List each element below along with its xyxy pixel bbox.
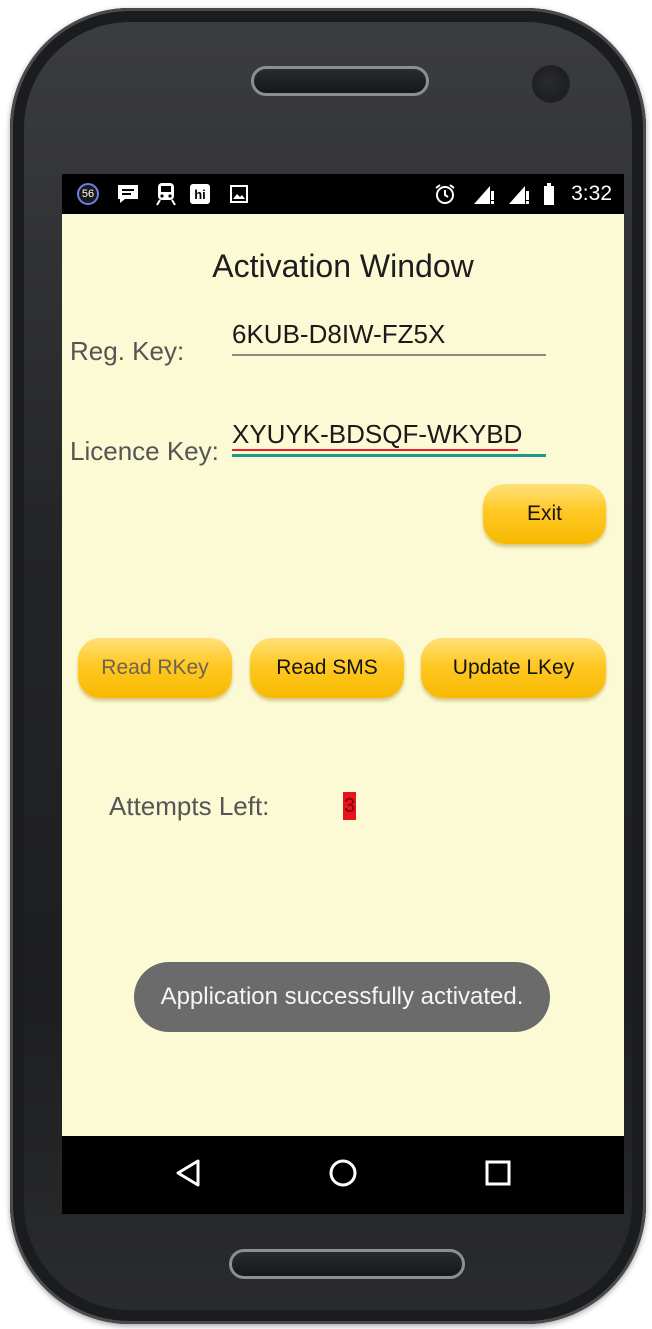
licence-key-label: Licence Key:: [70, 436, 219, 466]
image-icon: [228, 183, 250, 205]
signal-icon: [505, 183, 533, 205]
reg-key-label: Reg. Key:: [70, 336, 185, 366]
read-rkey-button[interactable]: Read RKey: [78, 638, 232, 698]
update-lkey-button[interactable]: Update LKey: [421, 638, 606, 698]
page-title: Activation Window: [212, 248, 474, 284]
attempts-left-label: Attempts Left:: [109, 791, 270, 821]
earpiece-speaker: [251, 66, 429, 96]
read-sms-button[interactable]: Read SMS: [250, 638, 404, 698]
recents-icon[interactable]: [478, 1153, 518, 1193]
bottom-speaker: [229, 1249, 465, 1279]
navigation-bar: [62, 1136, 624, 1214]
toast-message: Application successfully activated.: [134, 962, 550, 1032]
alarm-icon: [433, 183, 457, 205]
message-icon: [116, 183, 140, 205]
hi-app-icon: hi: [188, 183, 212, 205]
train-icon: [154, 183, 178, 206]
phone-screen: 56 hi 3:32 Activation Window Reg. Key: 6…: [62, 174, 624, 1214]
back-icon[interactable]: [168, 1153, 208, 1193]
status-time: 3:32: [571, 182, 612, 205]
exit-button[interactable]: Exit: [483, 484, 606, 544]
reg-key-underline: [232, 354, 546, 356]
reg-key-value[interactable]: 6KUB-D8IW-FZ5X: [232, 319, 445, 350]
signal-icon: [470, 183, 498, 205]
phone-frame: 56 hi 3:32 Activation Window Reg. Key: 6…: [10, 8, 646, 1324]
notification-badge-icon: 56: [77, 183, 99, 205]
attempts-left-value: 3: [343, 792, 356, 820]
licence-key-underline: [232, 454, 546, 457]
spellcheck-underline: [232, 449, 518, 451]
notification-count: 56: [81, 188, 95, 200]
battery-icon: [542, 183, 556, 205]
front-camera: [532, 65, 570, 103]
licence-key-value[interactable]: XYUYK-BDSQF-WKYBD: [232, 419, 522, 450]
status-bar: 56 hi 3:32: [62, 174, 624, 214]
toast-text: Application successfully activated.: [160, 983, 524, 1010]
home-icon[interactable]: [323, 1153, 363, 1193]
hi-app-label: hi: [194, 187, 206, 202]
